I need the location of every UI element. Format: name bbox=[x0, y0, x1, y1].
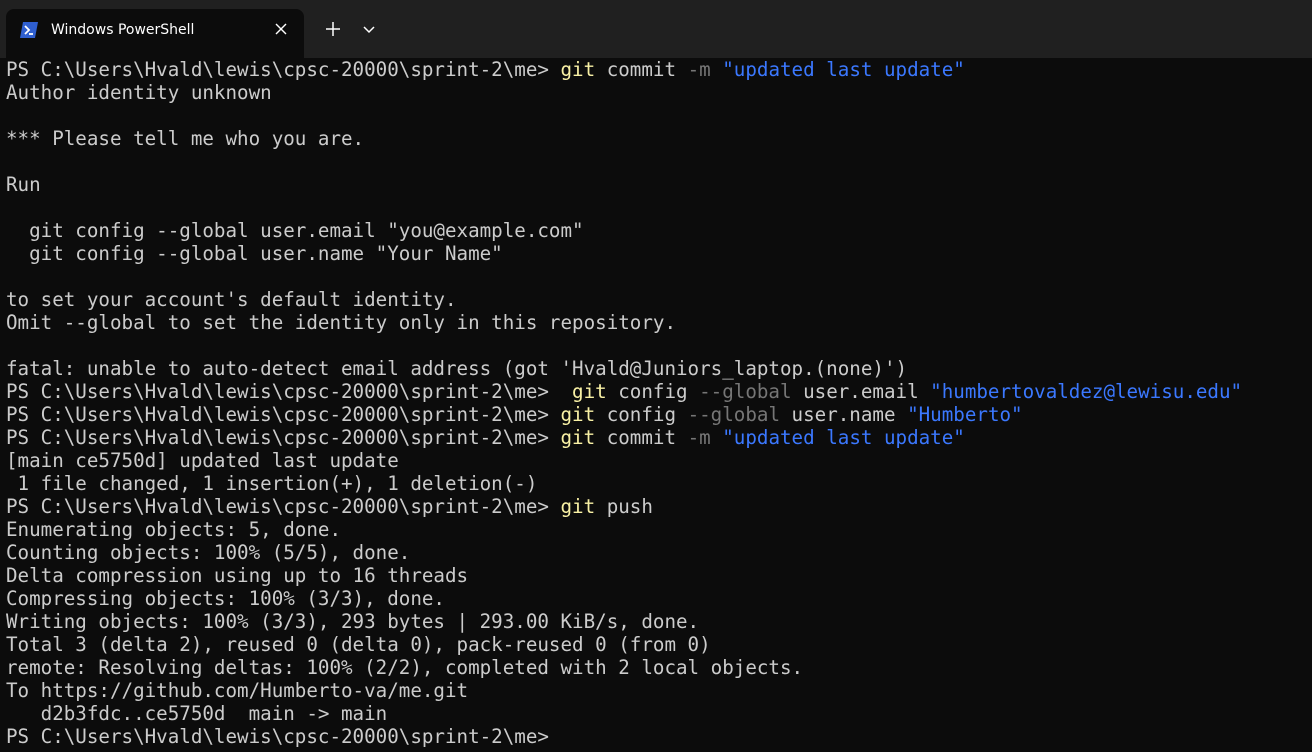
text-segment: Writing objects: 100% (3/3), 293 bytes |… bbox=[6, 610, 700, 633]
text-segment bbox=[711, 58, 723, 81]
terminal-line: [main ce5750d] updated last update bbox=[6, 449, 1312, 472]
text-segment: push bbox=[595, 495, 653, 518]
parameter-token: -m bbox=[687, 426, 711, 449]
terminal-line: d2b3fdc..ce5750d main -> main bbox=[6, 702, 1312, 725]
close-icon[interactable] bbox=[274, 22, 288, 36]
string-token: "updated last update" bbox=[722, 426, 965, 449]
text-segment: user.email bbox=[791, 380, 931, 403]
terminal-line: Omit --global to set the identity only i… bbox=[6, 311, 1312, 334]
text-segment: remote: Resolving deltas: 100% (2/2), co… bbox=[6, 656, 804, 679]
terminal-line: PS C:\Users\Hvald\lewis\cpsc-20000\sprin… bbox=[6, 380, 1312, 403]
text-segment: 1 file changed, 1 insertion(+), 1 deleti… bbox=[6, 472, 538, 495]
text-segment: PS C:\Users\Hvald\lewis\cpsc-20000\sprin… bbox=[6, 426, 561, 449]
command-token: git bbox=[560, 403, 596, 426]
terminal-line: to set your account's default identity. bbox=[6, 288, 1312, 311]
terminal-line: Author identity unknown bbox=[6, 81, 1312, 104]
text-segment: Delta compression using up to 16 threads bbox=[6, 564, 469, 587]
text-segment: Counting objects: 100% (5/5), done. bbox=[6, 541, 411, 564]
powershell-icon bbox=[20, 22, 38, 38]
string-token: "updated last update" bbox=[722, 58, 965, 81]
terminal-line: Enumerating objects: 5, done. bbox=[6, 518, 1312, 541]
text-segment: Compressing objects: 100% (3/3), done. bbox=[6, 587, 445, 610]
terminal-line: *** Please tell me who you are. bbox=[6, 127, 1312, 150]
text-segment: commit bbox=[595, 426, 688, 449]
text-segment: config bbox=[595, 403, 688, 426]
terminal-line: Writing objects: 100% (3/3), 293 bytes |… bbox=[6, 610, 1312, 633]
command-token: git bbox=[560, 58, 596, 81]
terminal-line: PS C:\Users\Hvald\lewis\cpsc-20000\sprin… bbox=[6, 725, 1312, 748]
command-token: git bbox=[572, 380, 607, 403]
title-bar: Windows PowerShell bbox=[0, 0, 1312, 58]
command-token: git bbox=[560, 426, 596, 449]
parameter-token: --global bbox=[699, 380, 792, 403]
command-token: git bbox=[560, 495, 596, 518]
text-segment: to set your account's default identity. bbox=[6, 288, 457, 311]
terminal-line: remote: Resolving deltas: 100% (2/2), co… bbox=[6, 656, 1312, 679]
terminal-line: PS C:\Users\Hvald\lewis\cpsc-20000\sprin… bbox=[6, 403, 1312, 426]
text-segment: PS C:\Users\Hvald\lewis\cpsc-20000\sprin… bbox=[6, 403, 561, 426]
chevron-down-icon[interactable] bbox=[360, 21, 378, 37]
text-segment: fatal: unable to auto-detect email addre… bbox=[6, 357, 908, 380]
string-token: "Humberto" bbox=[907, 403, 1023, 426]
text-segment: git config --global user.name "Your Name… bbox=[6, 242, 503, 265]
text-segment: PS C:\Users\Hvald\lewis\cpsc-20000\sprin… bbox=[6, 58, 561, 81]
tab-title: Windows PowerShell bbox=[51, 22, 195, 38]
text-segment: d2b3fdc..ce5750d main -> main bbox=[6, 702, 388, 725]
terminal-line: git config --global user.name "Your Name… bbox=[6, 242, 1312, 265]
text-segment: Run bbox=[6, 173, 41, 196]
text-segment: PS C:\Users\Hvald\lewis\cpsc-20000\sprin… bbox=[6, 380, 573, 403]
parameter-token: -m bbox=[687, 58, 711, 81]
terminal-line: Total 3 (delta 2), reused 0 (delta 0), p… bbox=[6, 633, 1312, 656]
terminal-line: Compressing objects: 100% (3/3), done. bbox=[6, 587, 1312, 610]
text-segment: [main ce5750d] updated last update bbox=[6, 449, 399, 472]
terminal-line: Delta compression using up to 16 threads bbox=[6, 564, 1312, 587]
text-segment: commit bbox=[595, 58, 688, 81]
text-segment: config bbox=[606, 380, 700, 403]
terminal-line: git config --global user.email "you@exam… bbox=[6, 219, 1312, 242]
terminal-line: 1 file changed, 1 insertion(+), 1 deleti… bbox=[6, 472, 1312, 495]
plus-icon[interactable] bbox=[322, 18, 344, 40]
text-segment: git config --global user.email "you@exam… bbox=[6, 219, 584, 242]
text-segment: *** Please tell me who you are. bbox=[6, 127, 365, 150]
terminal-output[interactable]: PS C:\Users\Hvald\lewis\cpsc-20000\sprin… bbox=[0, 58, 1312, 752]
terminal-line: Counting objects: 100% (5/5), done. bbox=[6, 541, 1312, 564]
text-segment: PS C:\Users\Hvald\lewis\cpsc-20000\sprin… bbox=[6, 495, 561, 518]
string-token: "humbertovaldez@lewisu.edu" bbox=[930, 380, 1243, 403]
terminal-line: PS C:\Users\Hvald\lewis\cpsc-20000\sprin… bbox=[6, 58, 1312, 81]
parameter-token: --global bbox=[687, 403, 780, 426]
terminal-line: PS C:\Users\Hvald\lewis\cpsc-20000\sprin… bbox=[6, 495, 1312, 518]
text-segment bbox=[711, 426, 723, 449]
text-segment: To https://github.com/Humberto-va/me.git bbox=[6, 679, 469, 702]
text-segment: user.name bbox=[780, 403, 908, 426]
text-segment: PS C:\Users\Hvald\lewis\cpsc-20000\sprin… bbox=[6, 725, 561, 748]
terminal-line: PS C:\Users\Hvald\lewis\cpsc-20000\sprin… bbox=[6, 426, 1312, 449]
terminal-line: fatal: unable to auto-detect email addre… bbox=[6, 357, 1312, 380]
text-segment: Author identity unknown bbox=[6, 81, 272, 104]
tab-windows-powershell[interactable]: Windows PowerShell bbox=[6, 9, 304, 58]
terminal-line: To https://github.com/Humberto-va/me.git bbox=[6, 679, 1312, 702]
text-segment: Total 3 (delta 2), reused 0 (delta 0), p… bbox=[6, 633, 711, 656]
text-segment: Enumerating objects: 5, done. bbox=[6, 518, 342, 541]
text-segment: Omit --global to set the identity only i… bbox=[6, 311, 677, 334]
terminal-line: Run bbox=[6, 173, 1312, 196]
